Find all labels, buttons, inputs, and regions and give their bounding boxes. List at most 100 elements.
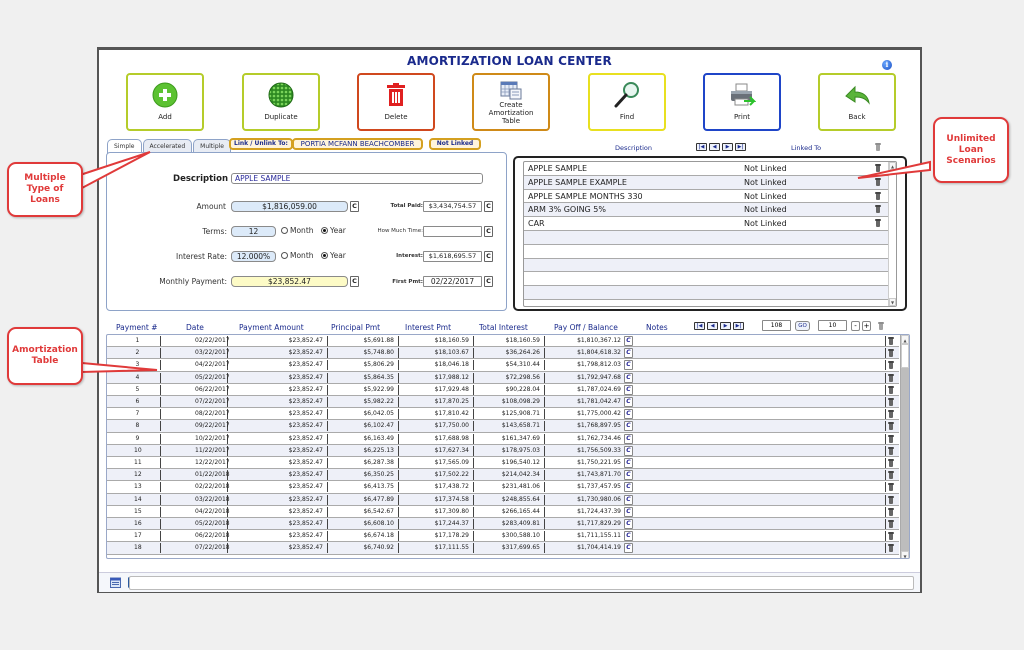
linked-contact-name[interactable]: PORTIA MCFANN BEACHCOMBER [292,138,423,150]
balance-calc-button[interactable]: C [624,506,633,517]
back-button[interactable]: Back [818,73,896,131]
payment-calc-button[interactable]: C [350,276,359,287]
balance-calc-button[interactable]: C [624,482,633,493]
rows-count-input[interactable]: 10 [818,320,847,331]
rate-month-radio[interactable]: Month [281,251,314,260]
scenario-row[interactable]: APPLE SAMPLE MONTHS 330 Not Linked [524,190,896,204]
delete-row-icon[interactable] [888,398,894,406]
delete-scenario-icon[interactable] [875,191,881,200]
scenario-row[interactable]: ARM 3% GOING 5% Not Linked [524,203,896,218]
amount-input[interactable]: $1,816,059.00 [231,201,348,212]
next-record-button[interactable]: ▶ [722,143,733,151]
how-much-time-calc-button[interactable]: C [484,226,493,237]
scroll-down-icon[interactable]: ▼ [901,551,909,558]
tab-multiple[interactable]: Multiple [193,139,231,153]
scenario-row[interactable] [524,230,896,245]
info-icon[interactable]: i [882,60,892,70]
balance-calc-button[interactable]: C [624,336,633,346]
balance-calc-button[interactable]: C [624,470,633,481]
delete-row-icon[interactable] [888,361,894,370]
monthly-payment-input[interactable]: $23,852.47 [231,276,348,287]
delete-row-icon[interactable] [888,349,894,358]
rate-year-radio[interactable]: Year [321,251,346,260]
balance-calc-button[interactable]: C [624,433,633,444]
delete-row-icon[interactable] [888,385,894,394]
calendar-icon[interactable] [110,577,121,588]
delete-row-icon[interactable] [888,434,894,443]
scroll-up-icon[interactable]: ▲ [889,162,896,170]
amount-calc-button[interactable]: C [350,201,359,212]
amortization-scrollbar[interactable]: ▲ ▼ [900,335,909,558]
table-last-button[interactable]: ▶| [733,322,744,330]
balance-calc-button[interactable]: C [624,409,633,420]
scenario-row[interactable] [524,258,896,273]
table-row[interactable]: 12 01/22/2018 $23,852.47 $6,350.25 $17,502.2… [107,469,899,482]
duplicate-button[interactable]: Duplicate [242,73,320,131]
scenario-scrollbar[interactable]: ▲ ▼ [888,162,896,306]
table-row[interactable]: 16 05/22/2018 $23,852.47 $6,608.10 $17,244.3… [107,518,899,531]
delete-scenario-icon[interactable] [875,164,881,172]
delete-row-icon[interactable] [888,483,894,492]
balance-calc-button[interactable]: C [624,421,633,432]
table-first-button[interactable]: |◀ [694,322,705,330]
print-button[interactable]: Print [703,73,781,131]
delete-scenario-icon[interactable] [875,219,881,228]
delete-row-icon[interactable] [888,544,894,553]
scenario-row[interactable]: APPLE SAMPLE EXAMPLE Not Linked [524,175,896,190]
table-row[interactable]: 5 06/22/2017 $23,852.47 $5,922.99 $17,929.48… [107,384,899,396]
delete-scenario-icon[interactable] [875,205,881,214]
delete-row-icon[interactable] [888,520,894,528]
first-pmt-input[interactable]: 02/22/2017 [423,276,482,287]
scroll-up-icon[interactable]: ▲ [901,335,909,344]
balance-calc-button[interactable]: C [624,519,633,529]
terms-year-radio[interactable]: Year [321,226,346,235]
table-row[interactable]: 11 12/22/2017 $23,852.47 $6,287.38 $17,565.0… [107,457,899,470]
scenario-row[interactable] [524,272,896,287]
interest-calc-button[interactable]: C [484,251,493,262]
delete-row-icon[interactable] [888,446,894,455]
balance-calc-button[interactable]: C [624,360,633,371]
table-row[interactable]: 10 11/22/2017 $23,852.47 $6,225.13 $17,627.3… [107,444,899,457]
delete-row-icon[interactable] [888,471,894,480]
balance-calc-button[interactable]: C [624,531,633,542]
table-row[interactable]: 18 07/22/2018 $23,852.47 $6,740.92 $17,111.5… [107,542,899,555]
table-row[interactable]: 7 08/22/2017 $23,852.47 $6,042.05 $17,810.42… [107,408,899,421]
interest-rate-input[interactable]: 12.000% [231,251,276,262]
tab-accelerated[interactable]: Accelerated [142,139,193,153]
balance-calc-button[interactable]: C [624,397,633,407]
scenario-row[interactable] [524,286,896,300]
terms-month-radio[interactable]: Month [281,226,314,235]
description-input[interactable]: APPLE SAMPLE [231,173,483,184]
table-row[interactable]: 3 04/22/2017 $23,852.47 $5,806.29 $18,046.18… [107,359,899,372]
terms-input[interactable]: 12 [231,226,276,237]
delete-all-rows-icon[interactable] [878,322,884,330]
scroll-thumb[interactable] [901,344,909,368]
first-pmt-calc-button[interactable]: C [484,276,493,287]
create-amortization-table-button[interactable]: Create Amortization Table [472,73,550,131]
delete-scenario-icon[interactable] [875,177,881,186]
prev-record-button[interactable]: ◀ [709,143,720,151]
scenario-row[interactable]: CAR Not Linked [524,217,896,231]
decrement-button[interactable]: - [851,321,860,331]
find-button[interactable]: Find [588,73,666,131]
delete-row-icon[interactable] [888,337,894,345]
goto-row-input[interactable]: 108 [762,320,791,331]
table-row[interactable]: 15 04/22/2018 $23,852.47 $6,542.67 $17,309.8… [107,506,899,518]
table-row[interactable]: 8 09/22/2017 $23,852.47 $6,102.47 $17,750.00… [107,420,899,433]
table-row[interactable]: 2 03/22/2017 $23,852.47 $5,748.80 $18,103.67… [107,347,899,360]
table-next-button[interactable]: ▶ [720,322,731,330]
balance-calc-button[interactable]: C [624,384,633,395]
increment-button[interactable]: + [862,321,871,331]
delete-button[interactable]: Delete [357,73,435,131]
delete-row-icon[interactable] [888,459,894,467]
scenario-row[interactable]: APPLE SAMPLE Not Linked [524,162,896,176]
delete-row-icon[interactable] [888,495,894,504]
scroll-down-icon[interactable]: ▼ [889,298,896,306]
first-record-button[interactable]: |◀ [696,143,707,151]
table-row[interactable]: 14 03/22/2018 $23,852.47 $6,477.89 $17,374.5… [107,493,899,506]
table-row[interactable]: 17 06/22/2018 $23,852.47 $6,674.18 $17,178.2… [107,530,899,543]
delete-row-icon[interactable] [888,422,894,431]
table-prev-button[interactable]: ◀ [707,322,718,330]
table-row[interactable]: 1 02/22/2017 $23,852.47 $5,691.88 $18,160.59… [107,335,899,348]
table-row[interactable]: 4 05/22/2017 $23,852.47 $5,864.35 $17,988.12… [107,371,899,384]
